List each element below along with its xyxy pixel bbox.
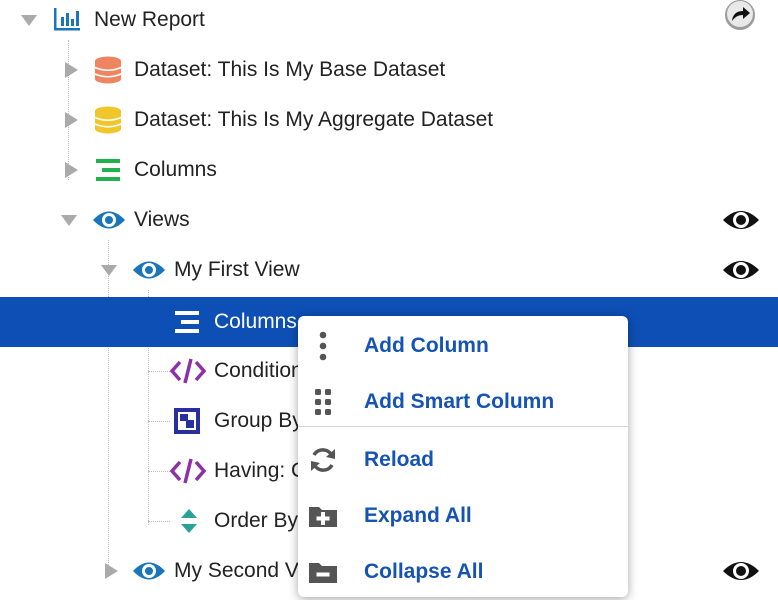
tree-node-label: Group By [214, 409, 303, 432]
columns-green-icon [96, 159, 120, 181]
database-orange-icon [94, 56, 122, 84]
tree-node-columns[interactable]: Columns [0, 145, 778, 195]
menu-item-label: Add Smart Column [364, 390, 555, 413]
menu-item-add-smart-column[interactable]: Add Smart Column [298, 374, 628, 430]
visibility-eye-icon[interactable] [722, 556, 760, 586]
menu-item-label: Reload [364, 448, 435, 471]
menu-item-label: Collapse All [364, 560, 484, 583]
tree-node-label: Order By [214, 509, 299, 532]
tree-node-base-dataset[interactable]: Dataset: This Is My Base Dataset [0, 45, 778, 95]
sort-icon [181, 509, 197, 533]
vertical-dots-icon [319, 331, 327, 361]
expand-triangle-icon[interactable] [102, 562, 120, 580]
expand-triangle-icon[interactable] [62, 61, 80, 79]
collapse-triangle-icon[interactable] [60, 211, 78, 229]
tree-node-label: Columns [134, 158, 217, 181]
tree-node-label: Dataset: This Is My Aggregate Dataset [134, 108, 494, 131]
eye-icon [133, 562, 165, 580]
code-icon [170, 358, 206, 384]
menu-item-reload[interactable]: Reload [298, 432, 628, 488]
code-icon [170, 458, 206, 484]
grid-dots-icon [315, 389, 331, 415]
database-yellow-icon [94, 106, 122, 134]
columns-white-icon [175, 311, 199, 333]
menu-item-expand-all[interactable]: Expand All [298, 488, 628, 544]
tree-node-my-first-view[interactable]: My First View [0, 245, 778, 295]
tree-node-aggregate-dataset[interactable]: Dataset: This Is My Aggregate Dataset [0, 95, 778, 145]
bar-chart-icon [54, 8, 80, 31]
folder-minus-icon [309, 563, 337, 583]
menu-item-collapse-all[interactable]: Collapse All [298, 544, 628, 600]
folder-plus-icon [309, 507, 337, 527]
expand-triangle-icon[interactable] [62, 111, 80, 129]
context-menu: Add Column Add Smart Column Reload Expan… [298, 316, 628, 597]
menu-item-label: Add Column [364, 334, 489, 357]
group-icon [174, 408, 200, 434]
menu-item-label: Expand All [364, 504, 472, 527]
collapse-triangle-icon[interactable] [100, 261, 118, 279]
eye-icon [93, 211, 125, 229]
collapse-triangle-icon[interactable] [20, 11, 38, 29]
tree-node-label: New Report [94, 8, 205, 31]
visibility-eye-icon[interactable] [722, 205, 760, 235]
reload-icon [311, 448, 335, 472]
menu-item-add-column[interactable]: Add Column [298, 318, 628, 374]
visibility-eye-icon[interactable] [722, 255, 760, 285]
menu-separator [298, 426, 628, 427]
tree-node-label: Columns [214, 310, 297, 333]
eye-icon [133, 261, 165, 279]
tree-node-views[interactable]: Views [0, 195, 778, 245]
expand-triangle-icon[interactable] [62, 161, 80, 179]
tree-node-label: Dataset: This Is My Base Dataset [134, 58, 446, 81]
share-arrow-icon[interactable] [724, 0, 756, 31]
tree-node-label: Views [134, 208, 190, 231]
tree-node-label: My First View [174, 258, 300, 281]
tree-node-new-report[interactable]: New Report [0, 0, 778, 45]
